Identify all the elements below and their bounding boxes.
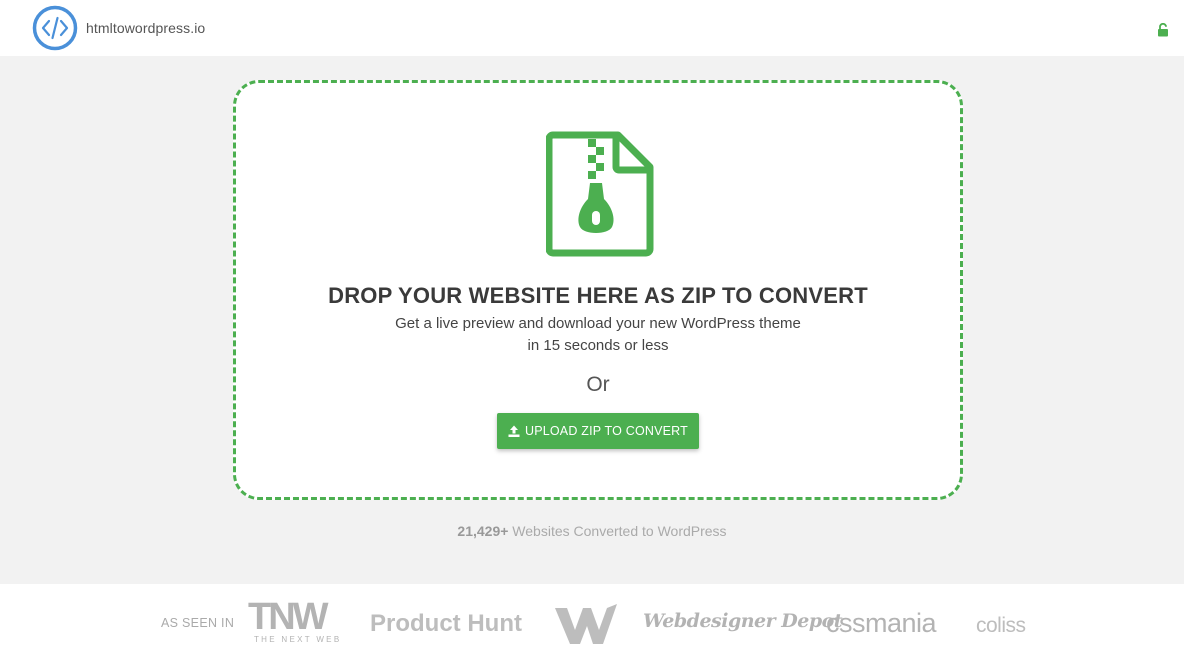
unlocked-padlock-icon[interactable] bbox=[1156, 23, 1170, 37]
cssmania-logo[interactable]: cssmania bbox=[826, 608, 937, 639]
brand-logo-link[interactable]: htmltowordpress.io bbox=[32, 5, 205, 51]
tnw-logo-mark: TNW bbox=[248, 596, 329, 638]
converted-text: Websites Converted to WordPress bbox=[508, 523, 727, 539]
upload-zip-button[interactable]: UPLOAD ZIP TO CONVERT bbox=[497, 413, 699, 449]
coliss-logo[interactable]: coliss bbox=[976, 614, 1026, 638]
drop-zone-title: DROP YOUR WEBSITE HERE AS ZIP TO CONVERT bbox=[328, 283, 868, 308]
tnw-logo[interactable]: TNW THE NEXT WEB bbox=[248, 596, 348, 646]
tnw-logo-subtitle: THE NEXT WEB bbox=[254, 635, 342, 644]
converted-count: 21,429+ bbox=[457, 523, 509, 539]
drop-zone-subtitle-line2: in 15 seconds or less bbox=[527, 337, 669, 354]
brand-name: htmltowordpress.io bbox=[86, 20, 206, 36]
drop-zone-subtitle-line1: Get a live preview and download your new… bbox=[395, 315, 801, 332]
top-header: htmltowordpress.io bbox=[0, 0, 1184, 56]
as-seen-in-label: AS SEEN IN bbox=[161, 616, 235, 630]
upload-icon bbox=[508, 425, 520, 437]
product-hunt-logo[interactable]: Product Hunt bbox=[370, 610, 522, 638]
webdesign-w-logo-icon[interactable] bbox=[553, 602, 619, 646]
or-separator: Or bbox=[586, 373, 610, 396]
upload-zip-button-label: UPLOAD ZIP TO CONVERT bbox=[524, 424, 689, 438]
code-brackets-icon bbox=[32, 5, 78, 51]
zip-file-icon bbox=[546, 131, 654, 257]
webdesigner-depot-logo[interactable]: Webdesigner Depot bbox=[643, 610, 843, 632]
main-section: DROP YOUR WEBSITE HERE AS ZIP TO CONVERT… bbox=[0, 56, 1184, 584]
zip-drop-zone[interactable]: DROP YOUR WEBSITE HERE AS ZIP TO CONVERT… bbox=[233, 80, 963, 500]
conversion-stats: 21,429+ Websites Converted to WordPress bbox=[0, 523, 1184, 539]
press-footer: AS SEEN IN TNW THE NEXT WEB Product Hunt… bbox=[0, 584, 1184, 663]
